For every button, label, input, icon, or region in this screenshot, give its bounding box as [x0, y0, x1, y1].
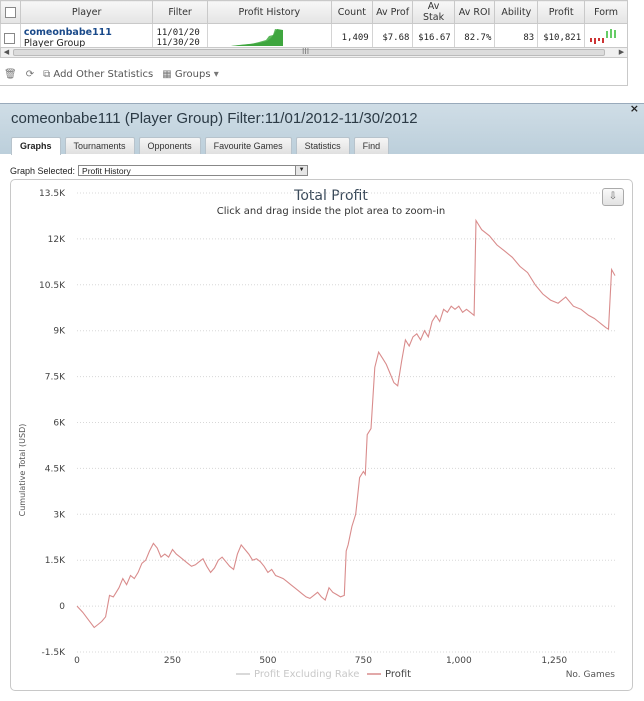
chart-legend[interactable]: Profit Excluding Rake Profit	[236, 669, 411, 680]
grid-toolbar: 🗑 ⟳ ⧉ Add Other Statistics ▦ Groups ▾	[4, 66, 219, 82]
y-tick-label: 3K	[53, 510, 66, 520]
player-detail-panel: comeonbabe111 (Player Group) Filter:11/0…	[0, 102, 644, 701]
x-axis-ticks: 0 250 500 750 1,000 1,250	[74, 656, 567, 666]
graph-select[interactable]: Profit History ▼	[78, 165, 309, 176]
player-grid-panel: Player Filter Profit History Count Av Pr…	[0, 0, 644, 86]
tab-favourite-games[interactable]: Favourite Games	[204, 137, 292, 154]
player-grid: Player Filter Profit History Count Av Pr…	[0, 0, 628, 53]
tab-tournaments[interactable]: Tournaments	[64, 137, 135, 154]
grid-header-row: Player Filter Profit History Count Av Pr…	[0, 0, 628, 24]
header-av-roi[interactable]: Av ROI	[453, 0, 496, 24]
row-checkbox[interactable]	[4, 32, 15, 44]
header-profit[interactable]: Profit	[537, 0, 586, 24]
header-filter[interactable]: Filter	[152, 0, 208, 24]
add-stats-label: Add Other Statistics	[53, 68, 154, 80]
legend-label: Profit	[385, 669, 411, 680]
header-form[interactable]: Form	[584, 0, 628, 24]
add-stats-icon: ⧉	[43, 68, 51, 80]
tab-find[interactable]: Find	[353, 137, 390, 154]
header-ability[interactable]: Ability	[494, 0, 539, 24]
groups-icon: ▦	[162, 68, 172, 80]
trash-icon[interactable]: 🗑	[4, 69, 17, 80]
graph-selector: Graph Selected: Profit History ▼	[10, 165, 309, 176]
form-bar	[602, 37, 605, 43]
legend-label: Profit Excluding Rake	[254, 669, 359, 680]
horizontal-scrollbar[interactable]: ◀ III ▶	[0, 47, 628, 58]
form-chart	[590, 28, 617, 44]
groups-button[interactable]: ▦ Groups ▾	[162, 69, 219, 80]
chevron-down-icon: ▾	[213, 68, 219, 80]
x-tick-label: 1,000	[446, 656, 472, 666]
grid-bottom-border	[0, 85, 628, 86]
y-tick-label: 10.5K	[39, 281, 66, 291]
form-bar	[614, 29, 617, 38]
chart-subtitle: Click and drag inside the plot area to z…	[217, 206, 445, 217]
scroll-thumb[interactable]: III	[13, 47, 605, 56]
panel-header: comeonbabe111 (Player Group) Filter:11/0…	[0, 102, 644, 155]
tab-opponents[interactable]: Opponents	[138, 137, 201, 154]
filter-from: 11/01/20	[156, 28, 200, 38]
x-tick-label: 500	[259, 656, 276, 666]
header-profit-history[interactable]: Profit History	[206, 0, 332, 24]
x-tick-label: 750	[355, 656, 372, 666]
panel-title: comeonbabe111 (Player Group) Filter:11/0…	[11, 110, 418, 127]
grid-right-border	[627, 0, 628, 86]
chart-container[interactable]: ⇩ Total Profit Click and drag inside the…	[10, 179, 633, 691]
x-tick-label: 250	[164, 656, 181, 666]
chart-title: Total Profit	[293, 188, 368, 204]
chart-grid	[77, 192, 615, 653]
select-all-checkbox[interactable]	[4, 6, 16, 18]
header-count[interactable]: Count	[330, 0, 373, 24]
form-bar	[598, 37, 601, 41]
scroll-left-icon[interactable]: ◀	[1, 48, 12, 57]
form-bar	[594, 37, 597, 44]
tab-graphs[interactable]: Graphs	[11, 137, 61, 155]
x-tick-label: 1,250	[541, 656, 567, 666]
panel-tabs: Graphs Tournaments Opponents Favourite G…	[11, 137, 390, 155]
y-tick-label: 0	[59, 602, 65, 612]
y-tick-label: 13.5K	[39, 189, 66, 199]
header-select[interactable]	[0, 0, 21, 24]
graph-select-value: Profit History	[82, 166, 131, 176]
profit-chart[interactable]: Total Profit Click and drag inside the p…	[11, 180, 632, 690]
scroll-grip: III	[302, 47, 310, 56]
x-axis-label: No. Games	[566, 670, 616, 680]
header-player[interactable]: Player	[19, 0, 154, 24]
graph-selected-label: Graph Selected:	[10, 165, 76, 176]
form-bar	[610, 28, 613, 38]
tab-statistics[interactable]: Statistics	[295, 137, 350, 154]
chevron-down-icon[interactable]: ▼	[295, 166, 308, 175]
y-tick-label: 6K	[53, 419, 66, 429]
form-bar	[606, 30, 609, 38]
add-stats-button[interactable]: ⧉ Add Other Statistics	[43, 69, 153, 80]
download-icon[interactable]: ⇩	[602, 188, 624, 206]
y-axis-label: Cumulative Total (USD)	[18, 424, 27, 517]
groups-label: Groups	[174, 68, 211, 80]
close-icon[interactable]: ×	[630, 102, 639, 115]
header-av-prof[interactable]: Av Prof	[371, 0, 414, 24]
y-tick-label: -1.5K	[42, 648, 67, 658]
scroll-right-icon[interactable]: ▶	[616, 48, 627, 57]
y-tick-label: 7.5K	[45, 373, 66, 383]
y-tick-label: 1.5K	[45, 556, 66, 566]
profit-sparkline	[230, 28, 283, 46]
refresh-icon[interactable]: ⟳	[26, 69, 34, 80]
y-axis-ticks: -1.5K 0 1.5K 3K 4.5K 6K 7.5K 9K 10.5K 12K 13.5K	[39, 189, 66, 658]
y-tick-label: 4.5K	[45, 464, 66, 474]
player-name-link[interactable]: comeonbabe111	[24, 27, 150, 38]
series-line-profit	[76, 218, 616, 629]
y-tick-label: 9K	[53, 327, 66, 337]
form-bar	[590, 37, 593, 42]
x-tick-label: 0	[74, 656, 80, 666]
chart-series	[76, 218, 616, 629]
header-av-stak[interactable]: Av Stak	[412, 0, 455, 24]
y-tick-label: 12K	[48, 235, 66, 245]
